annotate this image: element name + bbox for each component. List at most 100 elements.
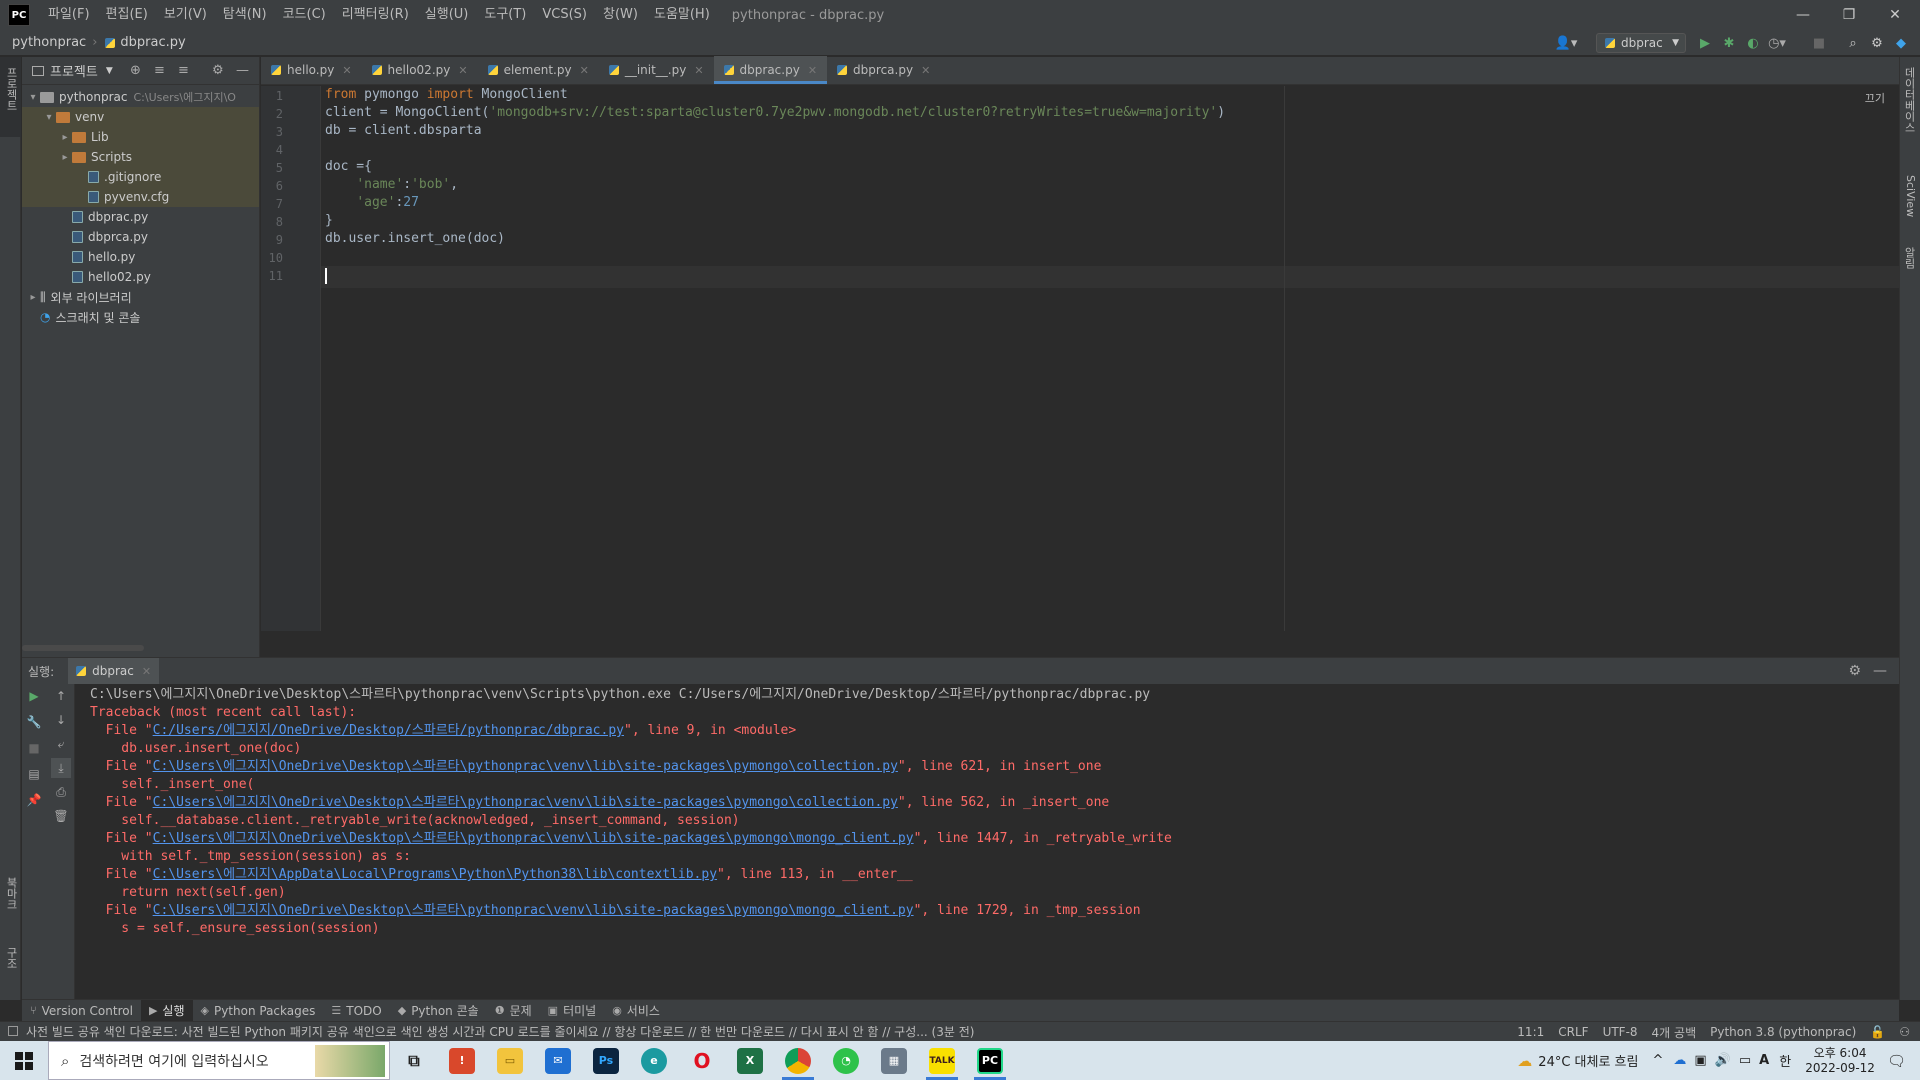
menu-item[interactable]: 리팩터링(R) xyxy=(334,0,417,30)
expand-arrow-icon[interactable]: ▸ xyxy=(58,132,72,143)
bookmarks-tool-label[interactable]: 북마크 xyxy=(3,877,19,910)
tree-item[interactable]: pyvenv.cfg xyxy=(22,187,259,207)
minimize-button[interactable]: — xyxy=(1780,0,1826,30)
expand-arrow-icon[interactable]: ▸ xyxy=(26,292,40,303)
menu-item[interactable]: 보기(V) xyxy=(156,0,215,30)
rerun-icon[interactable]: ▶ xyxy=(24,686,44,706)
jetbrains-icon[interactable]: ◆ xyxy=(1892,34,1910,52)
pycharm-taskbar-icon[interactable]: PC xyxy=(966,1041,1014,1080)
reader-mode-toggle[interactable]: 끄기 xyxy=(1865,90,1885,106)
scroll-down-icon[interactable]: ↓ xyxy=(51,710,71,730)
print-icon[interactable]: ⎙ xyxy=(51,782,71,802)
bottom-tool-tab[interactable]: ▣ 터미널 xyxy=(540,1000,605,1022)
settings-gear-icon[interactable]: ⚙ xyxy=(1868,34,1886,52)
options-gear-icon[interactable]: ⚙ xyxy=(212,63,224,78)
code-line[interactable]: from pymongo import MongoClient xyxy=(325,87,568,102)
run-tab-dbprac[interactable]: dbprac ✕ xyxy=(68,658,160,684)
bottom-tool-tab[interactable]: ◈ Python Packages xyxy=(193,1000,324,1022)
edge-icon[interactable]: e xyxy=(630,1041,678,1080)
tree-item[interactable]: .gitignore xyxy=(22,167,259,187)
app-icon-red[interactable]: ! xyxy=(438,1041,486,1080)
line-separator[interactable]: CRLF xyxy=(1558,1025,1588,1039)
breadcrumb-file[interactable]: dbprac.py xyxy=(120,35,191,50)
taskbar-search-box[interactable]: ⌕ 검색하려면 여기에 입력하십시오 xyxy=(48,1041,390,1080)
debug-icon[interactable]: ✱ xyxy=(1720,34,1738,52)
bottom-tool-tab[interactable]: ❶ 문제 xyxy=(487,1000,540,1022)
horizontal-scrollbar[interactable] xyxy=(22,645,144,651)
menu-item[interactable]: 코드(C) xyxy=(275,0,334,30)
editor-tab[interactable]: dbprca.py ✕ xyxy=(827,56,940,84)
code-line[interactable]: doc ={ xyxy=(325,159,372,174)
code-line[interactable]: client = MongoClient('mongodb+srv://test… xyxy=(325,105,1225,120)
bottom-tool-tab[interactable]: ◆ Python 콘솔 xyxy=(390,1000,487,1022)
editor-tab[interactable]: hello02.py ✕ xyxy=(362,56,478,84)
editor-tab[interactable]: __init__.py ✕ xyxy=(599,56,714,84)
indent-setting[interactable]: 4개 공백 xyxy=(1652,1024,1697,1041)
chrome-icon[interactable] xyxy=(774,1041,822,1080)
status-message[interactable]: 사전 빌드 공유 색인 다운로드: 사전 빌드된 Python 패키지 공유 색… xyxy=(26,1023,974,1040)
expand-arrow-icon[interactable]: ▾ xyxy=(26,92,40,103)
kakaotalk-icon[interactable]: TALK xyxy=(918,1041,966,1080)
console-output[interactable]: C:\Users\에그지지\OneDrive\Desktop\스파르타\pyth… xyxy=(90,684,1880,1001)
expand-arrow-icon[interactable]: ▸ xyxy=(58,152,72,163)
project-panel-title[interactable]: 프로젝트 xyxy=(50,61,98,80)
code-line[interactable]: db = client.dbsparta xyxy=(325,123,482,138)
camera-icon[interactable]: ▣ xyxy=(1694,1053,1706,1068)
close-tab-icon[interactable]: ✕ xyxy=(694,64,703,77)
menu-item[interactable]: 파일(F) xyxy=(40,0,98,30)
tree-item[interactable]: ▸ Scripts xyxy=(22,147,259,167)
python-interpreter[interactable]: Python 3.8 (pythonprac) xyxy=(1710,1025,1856,1039)
bottom-tool-tab[interactable]: ☰ TODO xyxy=(323,1000,389,1022)
locate-file-icon[interactable]: ⊕ xyxy=(130,63,141,78)
coverage-icon[interactable]: ◐ xyxy=(1744,34,1762,52)
hide-run-panel-icon[interactable]: — xyxy=(1873,663,1887,679)
code-line[interactable]: 'age':27 xyxy=(325,195,419,210)
volume-icon[interactable]: 🔊 xyxy=(1715,1053,1731,1068)
expand-arrow-icon[interactable]: ▾ xyxy=(42,112,56,123)
menu-item[interactable]: 창(W) xyxy=(595,0,646,30)
memory-indicator-icon[interactable]: ⚇ xyxy=(1899,1025,1910,1039)
tree-item[interactable]: hello02.py xyxy=(22,267,259,287)
onedrive-icon[interactable]: ☁ xyxy=(1673,1053,1686,1068)
close-tab-icon[interactable]: ✕ xyxy=(580,64,589,77)
clear-trash-icon[interactable]: 🗑 xyxy=(51,806,71,826)
bottom-tool-tab[interactable]: ◉ 서비스 xyxy=(604,1000,668,1022)
menu-item[interactable]: 실행(U) xyxy=(417,0,477,30)
file-link[interactable]: C:\Users\에그지지\OneDrive\Desktop\스파르타\pyth… xyxy=(153,903,914,918)
stop-icon[interactable]: ■ xyxy=(1810,34,1828,52)
tree-item[interactable]: ▸ ⫼ 외부 라이브러리 xyxy=(22,287,259,307)
file-encoding[interactable]: UTF-8 xyxy=(1603,1025,1638,1039)
hide-panel-icon[interactable]: — xyxy=(236,63,249,78)
weather-text[interactable]: 24°C 대체로 흐림 xyxy=(1538,1051,1638,1070)
task-view-icon[interactable]: ⧉ xyxy=(390,1041,438,1080)
notifications-tool-label[interactable]: 알림 xyxy=(1901,247,1917,269)
menu-item[interactable]: VCS(S) xyxy=(534,0,595,30)
close-tab-icon[interactable]: ✕ xyxy=(921,64,930,77)
tree-item[interactable]: ▾ venv xyxy=(22,107,259,127)
project-tool-window-tab[interactable]: 프로젝트 xyxy=(0,57,21,137)
taskbar-clock[interactable]: 오후 6:04 2022-09-12 xyxy=(1805,1046,1875,1076)
menu-item[interactable]: 도움말(H) xyxy=(646,0,718,30)
tree-item[interactable]: dbprac.py xyxy=(22,207,259,227)
bottom-tool-tab[interactable]: ⑂ Version Control xyxy=(22,1000,141,1022)
tree-item[interactable]: ◔ 스크래치 및 콘솔 xyxy=(22,307,259,327)
tree-item[interactable]: hello.py xyxy=(22,247,259,267)
close-tab-icon[interactable]: ✕ xyxy=(458,64,467,77)
file-link[interactable]: C:\Users\에그지지\AppData\Local\Programs\Pyt… xyxy=(153,867,717,882)
photoshop-icon[interactable]: Ps xyxy=(582,1041,630,1080)
lock-icon[interactable]: 🔓 xyxy=(1870,1025,1885,1039)
file-link[interactable]: C:\Users\에그지지\OneDrive\Desktop\스파르타\pyth… xyxy=(153,759,898,774)
file-link[interactable]: C:\Users\에그지지\OneDrive\Desktop\스파르타\pyth… xyxy=(153,831,914,846)
chevron-down-icon[interactable]: ▼ xyxy=(106,66,113,76)
close-window-button[interactable]: ✕ xyxy=(1872,0,1918,30)
code-line[interactable]: 'name':'bob', xyxy=(325,177,458,192)
ime-indicator[interactable]: 한 xyxy=(1779,1051,1791,1070)
stop-run-icon[interactable]: ■ xyxy=(24,738,44,758)
mail-icon[interactable]: ✉ xyxy=(534,1041,582,1080)
scroll-up-icon[interactable]: ↑ xyxy=(51,686,71,706)
run-settings-gear-icon[interactable]: ⚙ xyxy=(1848,663,1861,679)
file-link[interactable]: C:\Users\에그지지\OneDrive\Desktop\스파르타\pyth… xyxy=(153,795,898,810)
vcs-user-icon[interactable]: 👤▾ xyxy=(1552,34,1580,52)
tree-item[interactable]: dbprca.py xyxy=(22,227,259,247)
calculator-icon[interactable]: ▦ xyxy=(870,1041,918,1080)
